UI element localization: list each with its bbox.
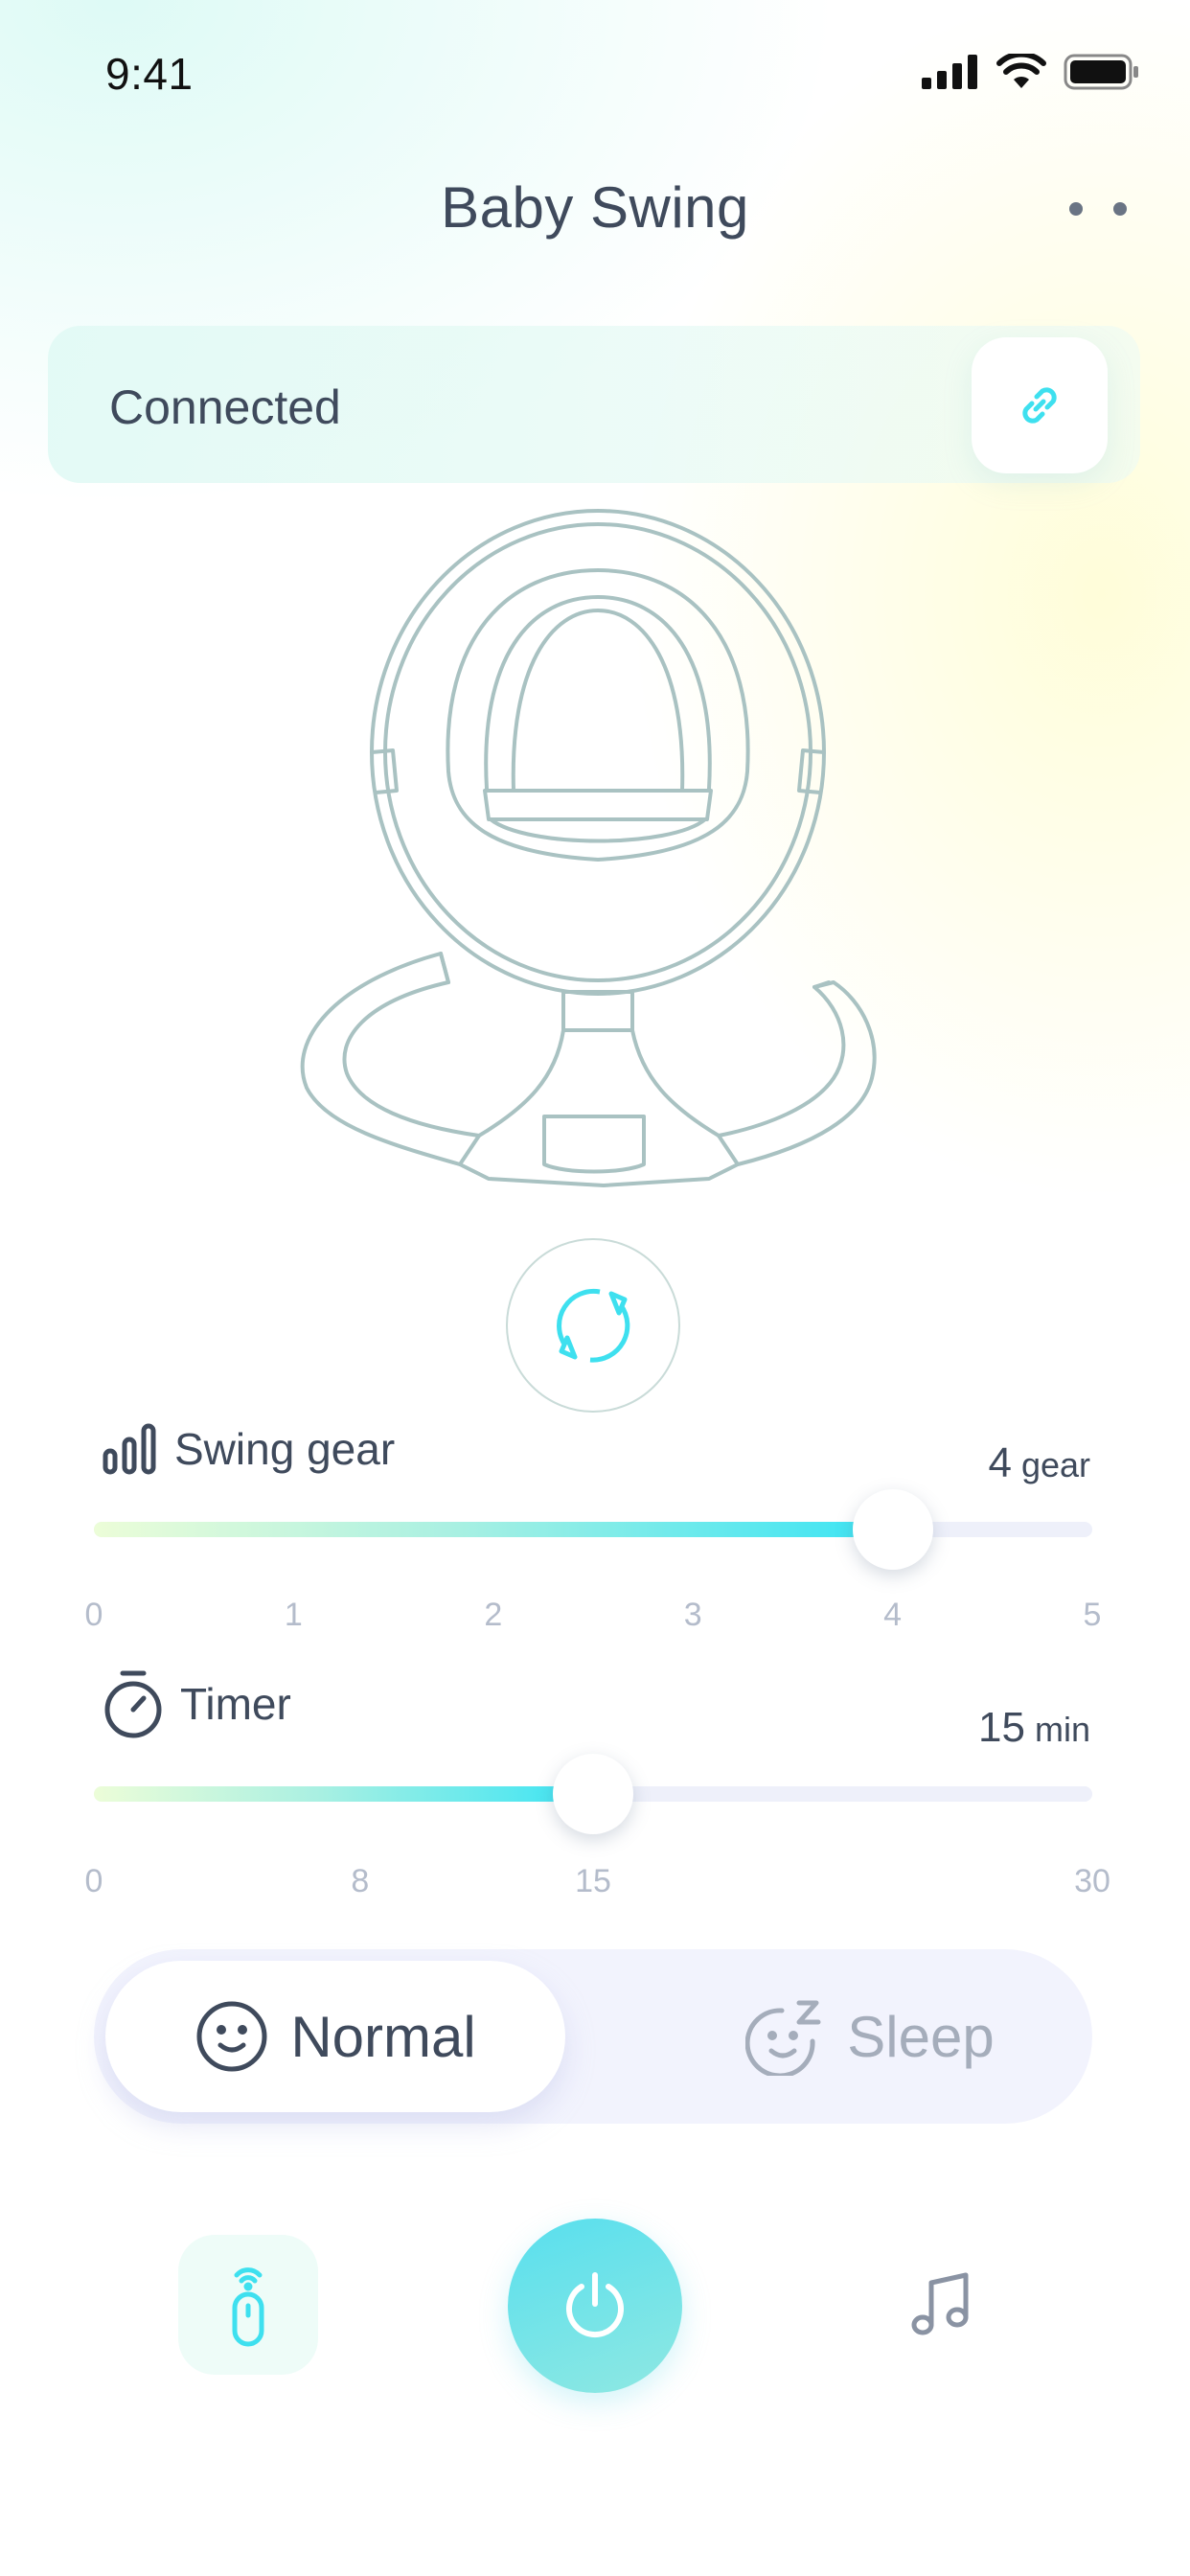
- timer-tick-label: 15: [575, 1863, 611, 1899]
- mode-toggle: Normal Sleep: [94, 1949, 1092, 2124]
- timer-label: Timer: [180, 1679, 291, 1729]
- status-time: 9:41: [105, 49, 194, 99]
- timer-tick-label: 8: [351, 1863, 370, 1899]
- smile-face-icon: [196, 2001, 267, 2072]
- swing-gear-tick-label: 0: [84, 1597, 103, 1633]
- connection-status: Connected: [109, 380, 341, 434]
- mode-normal-button[interactable]: Normal: [105, 1961, 565, 2112]
- timer-tick-label: 30: [1074, 1863, 1110, 1899]
- swing-gear-tick-label: 3: [683, 1597, 702, 1633]
- swing-gear-thumb[interactable]: [853, 1489, 933, 1570]
- swing-gear-header: Swing gear: [102, 1422, 395, 1476]
- timer-thumb[interactable]: [553, 1754, 633, 1834]
- timer-tick-label: 0: [84, 1863, 103, 1899]
- swing-gear-slider[interactable]: [94, 1489, 1092, 1570]
- connection-card: Connected: [48, 326, 1140, 483]
- swing-gear-value: 4 gear: [988, 1439, 1090, 1486]
- remote-button[interactable]: [178, 2235, 318, 2375]
- baby-swing-illustration: [300, 509, 877, 1187]
- sleep-face-icon: [745, 2000, 821, 2076]
- remote-control-icon: [232, 2267, 264, 2347]
- swing-gear-ticks: 0 1 2 3 4 5: [85, 1597, 1102, 1635]
- swing-gear-label: Swing gear: [174, 1424, 396, 1474]
- mode-normal-label: Normal: [290, 2004, 476, 2069]
- rotate-button[interactable]: [506, 1238, 680, 1413]
- swing-gear-fill: [94, 1522, 893, 1537]
- timer-header: Timer: [102, 1669, 291, 1738]
- rotate-icon: [557, 1288, 630, 1363]
- swing-gear-tick-label: 5: [1083, 1597, 1102, 1633]
- timer-slider[interactable]: [94, 1754, 1092, 1834]
- cellular-signal-icon: [922, 55, 979, 94]
- power-icon: [566, 2272, 624, 2338]
- link-icon: [1022, 387, 1057, 424]
- timer-value: 15 min: [978, 1704, 1090, 1751]
- battery-icon: [1064, 54, 1140, 95]
- swing-gear-tick-label: 2: [484, 1597, 503, 1633]
- swing-gear-tick-label: 1: [284, 1597, 303, 1633]
- mode-sleep-label: Sleep: [847, 2004, 995, 2069]
- more-dots-icon: [1069, 202, 1083, 216]
- more-button[interactable]: [1069, 197, 1127, 220]
- signal-bars-icon: [103, 1423, 156, 1475]
- timer-fill: [94, 1786, 593, 1802]
- power-button[interactable]: [508, 2219, 682, 2393]
- timer-ticks: 0 8 15 30: [85, 1863, 1110, 1901]
- stopwatch-icon: [104, 1670, 162, 1738]
- music-button[interactable]: [872, 2235, 1012, 2375]
- status-icons: [922, 51, 1140, 95]
- page-title: Baby Swing: [441, 175, 749, 240]
- music-note-icon: [911, 2272, 969, 2335]
- mode-sleep-button[interactable]: Sleep: [650, 1961, 1090, 2112]
- swing-gear-tick-label: 4: [883, 1597, 903, 1633]
- wifi-icon: [996, 51, 1046, 95]
- link-button[interactable]: [972, 337, 1108, 473]
